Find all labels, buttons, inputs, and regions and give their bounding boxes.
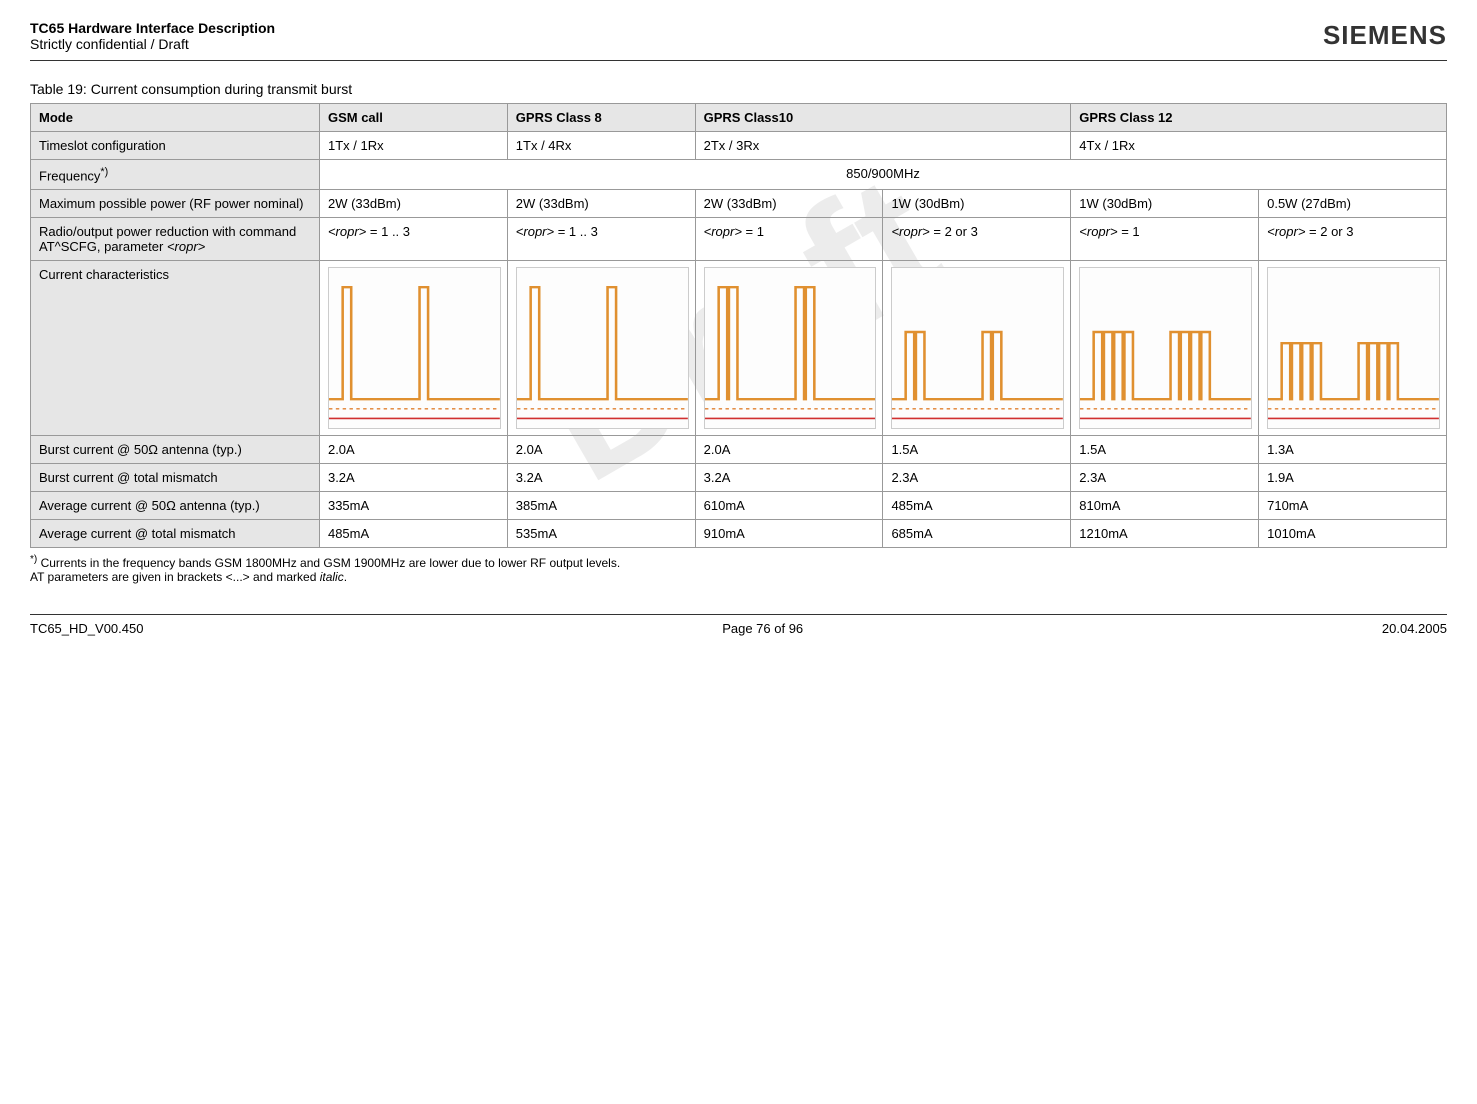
cell: 1Tx / 4Rx (507, 132, 695, 160)
waveform-cell (1071, 261, 1259, 436)
row-avgmis-label: Average current @ total mismatch (31, 520, 320, 548)
cell: <ropr> = 1 .. 3 (319, 218, 507, 261)
cell: 1.5A (1071, 436, 1259, 464)
cell: 2.0A (507, 436, 695, 464)
cell: 485mA (319, 520, 507, 548)
cell: 3.2A (319, 464, 507, 492)
row-maxpower-label: Maximum possible power (RF power nominal… (31, 190, 320, 218)
cell: 910mA (695, 520, 883, 548)
cell: 335mA (319, 492, 507, 520)
footnote: *) Currents in the frequency bands GSM 1… (30, 554, 1447, 584)
waveform-cell (319, 261, 507, 436)
cell: 1210mA (1071, 520, 1259, 548)
cell: 485mA (883, 492, 1071, 520)
row-burstmis-label: Burst current @ total mismatch (31, 464, 320, 492)
table-caption: Table 19: Current consumption during tra… (30, 81, 1447, 97)
cell: 2W (33dBm) (695, 190, 883, 218)
waveform-5 (1079, 267, 1252, 429)
freq-value: 850/900MHz (319, 160, 1446, 190)
waveform-3 (704, 267, 877, 429)
col-c12: GPRS Class 12 (1071, 104, 1447, 132)
cell: 385mA (507, 492, 695, 520)
row-burst50-label: Burst current @ 50Ω antenna (typ.) (31, 436, 320, 464)
cell: 1W (30dBm) (1071, 190, 1259, 218)
waveform-cell (883, 261, 1071, 436)
cell: 2W (33dBm) (507, 190, 695, 218)
cell: 4Tx / 1Rx (1071, 132, 1447, 160)
footer-center: Page 76 of 96 (722, 621, 803, 636)
row-timeslot-label: Timeslot configuration (31, 132, 320, 160)
waveform-cell (507, 261, 695, 436)
page-footer: TC65_HD_V00.450 Page 76 of 96 20.04.2005 (30, 614, 1447, 636)
row-ropr-label: Radio/output power reduction with comman… (31, 218, 320, 261)
cell: 810mA (1071, 492, 1259, 520)
cell: <ropr> = 2 or 3 (1259, 218, 1447, 261)
cell: <ropr> = 1 (695, 218, 883, 261)
waveform-2 (516, 267, 689, 429)
doc-title: TC65 Hardware Interface Description (30, 20, 275, 36)
cell: 3.2A (507, 464, 695, 492)
cell: 2.3A (1071, 464, 1259, 492)
waveform-cell (695, 261, 883, 436)
col-gsm: GSM call (319, 104, 507, 132)
waveform-6 (1267, 267, 1440, 429)
footer-right: 20.04.2005 (1382, 621, 1447, 636)
footer-left: TC65_HD_V00.450 (30, 621, 143, 636)
cell: <ropr> = 2 or 3 (883, 218, 1071, 261)
cell: 1010mA (1259, 520, 1447, 548)
siemens-logo: SIEMENS (1323, 20, 1447, 51)
waveform-4 (891, 267, 1064, 429)
row-avg50-label: Average current @ 50Ω antenna (typ.) (31, 492, 320, 520)
doc-subtitle: Strictly confidential / Draft (30, 36, 275, 52)
col-c8: GPRS Class 8 (507, 104, 695, 132)
cell: 1.9A (1259, 464, 1447, 492)
cell: 1.5A (883, 436, 1071, 464)
cell: 2.3A (883, 464, 1071, 492)
cell: <ropr> = 1 (1071, 218, 1259, 261)
row-currchar-label: Current characteristics (31, 261, 320, 436)
cell: 1.3A (1259, 436, 1447, 464)
cell: 685mA (883, 520, 1071, 548)
waveform-cell (1259, 261, 1447, 436)
waveform-1 (328, 267, 501, 429)
cell: 610mA (695, 492, 883, 520)
page-header: TC65 Hardware Interface Description Stri… (30, 20, 1447, 61)
cell: 710mA (1259, 492, 1447, 520)
cell: 1Tx / 1Rx (319, 132, 507, 160)
cell: 1W (30dBm) (883, 190, 1071, 218)
cell: 0.5W (27dBm) (1259, 190, 1447, 218)
cell: 2Tx / 3Rx (695, 132, 1071, 160)
cell: 2W (33dBm) (319, 190, 507, 218)
cell: 535mA (507, 520, 695, 548)
cell: 3.2A (695, 464, 883, 492)
cell: <ropr> = 1 .. 3 (507, 218, 695, 261)
col-c10: GPRS Class10 (695, 104, 1071, 132)
cell: 2.0A (319, 436, 507, 464)
cell: 2.0A (695, 436, 883, 464)
col-mode: Mode (31, 104, 320, 132)
consumption-table: Mode GSM call GPRS Class 8 GPRS Class10 … (30, 103, 1447, 548)
row-freq-label: Frequency*) (31, 160, 320, 190)
